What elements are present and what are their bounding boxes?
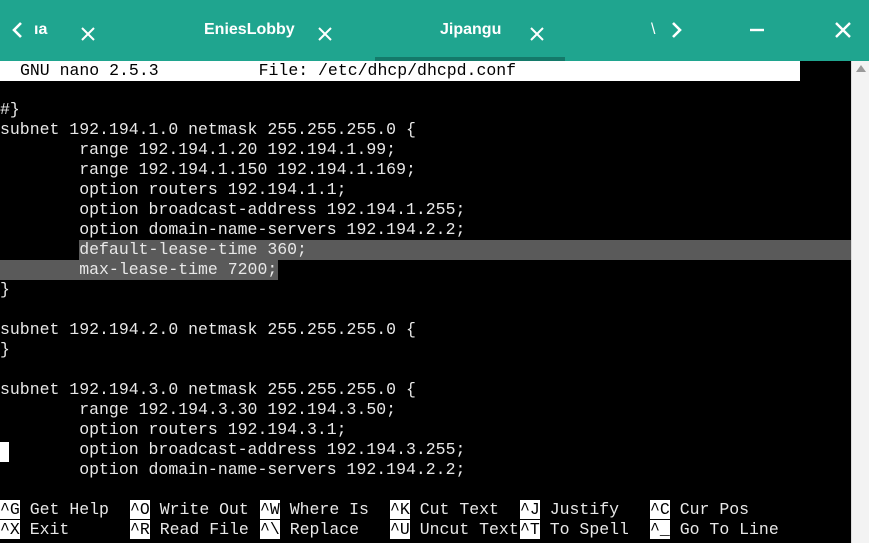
chevron-right-icon bbox=[672, 22, 682, 38]
shortcut-label: Cut Text bbox=[419, 500, 499, 519]
shortcut-where-is[interactable]: ^W Where Is bbox=[260, 500, 369, 520]
shortcut-key: ^O bbox=[130, 500, 150, 519]
shortcut-label: Uncut Text bbox=[419, 520, 519, 539]
close-icon[interactable] bbox=[80, 26, 96, 42]
shortcut-key: ^W bbox=[260, 500, 280, 519]
close-icon[interactable] bbox=[317, 26, 333, 42]
code-line-selected: max-lease-time 7200; bbox=[0, 260, 278, 279]
code-line: range 192.194.1.20 192.194.1.99; bbox=[0, 140, 397, 159]
shortcut-read-file[interactable]: ^R Read File bbox=[130, 520, 249, 540]
code-line: option broadcast-address 192.194.3.255; bbox=[0, 440, 466, 459]
shortcut-label: Justify bbox=[549, 500, 620, 519]
close-icon[interactable] bbox=[529, 26, 545, 42]
nano-file-label: File: /etc/dhcp/dhcpd.conf bbox=[258, 61, 517, 80]
minimize-button[interactable] bbox=[741, 14, 773, 46]
code-line: #} bbox=[0, 100, 20, 119]
code-line: option domain-name-servers 192.194.2.2; bbox=[0, 220, 466, 239]
shortcut-replace[interactable]: ^\ Replace bbox=[260, 520, 359, 540]
terminal-screen[interactable]: GNU nano 2.5.3 File: /etc/dhcp/dhcpd.conf… bbox=[0, 61, 851, 543]
shortcut-cut-text[interactable]: ^K Cut Text bbox=[390, 500, 499, 520]
tab-3[interactable]: \ bbox=[645, 0, 665, 61]
text-cursor bbox=[0, 442, 9, 462]
shortcut-justify[interactable]: ^J Justify bbox=[520, 500, 619, 520]
code-line: range 192.194.1.150 192.194.1.169; bbox=[0, 160, 416, 179]
code-line: subnet 192.194.3.0 netmask 255.255.255.0… bbox=[0, 380, 416, 399]
tab-scroll-right-button[interactable] bbox=[664, 14, 688, 46]
shortcut-exit[interactable]: ^X Exit bbox=[0, 520, 69, 540]
shortcut-label: Get Help bbox=[29, 500, 109, 519]
shortcut-go-to-line[interactable]: ^_ Go To Line bbox=[650, 520, 779, 540]
tab-label: EniesLobby bbox=[204, 21, 295, 38]
shortcut-label: Cur Pos bbox=[679, 500, 750, 519]
code-line: option domain-name-servers 192.194.2.2; bbox=[0, 460, 466, 479]
code-line: subnet 192.194.2.0 netmask 255.255.255.0… bbox=[0, 320, 416, 339]
tab-1[interactable]: EniesLobby bbox=[190, 0, 345, 61]
code-line: option routers 192.194.3.1; bbox=[0, 420, 347, 439]
shortcut-key: ^G bbox=[0, 500, 20, 519]
shortcut-key: ^C bbox=[650, 500, 670, 519]
shortcut-label: Where Is bbox=[289, 500, 369, 519]
nano-version: GNU nano 2.5.3 bbox=[20, 61, 159, 80]
shortcut-cur-pos[interactable]: ^C Cur Pos bbox=[650, 500, 749, 520]
shortcut-key: ^T bbox=[520, 520, 540, 539]
shortcut-key: ^X bbox=[0, 520, 20, 539]
code-line-selected: default-lease-time 360; bbox=[0, 240, 307, 259]
code-line: option routers 192.194.1.1; bbox=[0, 180, 347, 199]
shortcut-label: To Spell bbox=[549, 520, 629, 539]
tab-0[interactable]: ıa bbox=[30, 0, 110, 61]
minimize-icon bbox=[750, 28, 764, 32]
code-line: } bbox=[0, 340, 10, 359]
close-icon bbox=[835, 22, 851, 38]
shortcut-get-help[interactable]: ^G Get Help bbox=[0, 500, 109, 520]
shortcut-label: Read File bbox=[159, 520, 249, 539]
tab-label: Jipangu bbox=[440, 21, 502, 38]
shortcut-key: ^U bbox=[390, 520, 410, 539]
code-line: } bbox=[0, 280, 10, 299]
shortcut-label: Go To Line bbox=[679, 520, 779, 539]
window-titlebar: ıa EniesLobby Jipangu \ bbox=[0, 0, 869, 61]
scroll-up-arrow-icon[interactable] bbox=[856, 65, 866, 72]
chevron-left-icon bbox=[12, 22, 22, 38]
shortcut-label: Replace bbox=[289, 520, 360, 539]
shortcut-label: Write Out bbox=[159, 500, 249, 519]
code-line: option broadcast-address 192.194.1.255; bbox=[0, 200, 466, 219]
shortcut-key: ^J bbox=[520, 500, 540, 519]
tab-label: \ bbox=[651, 21, 656, 38]
shortcut-label: Exit bbox=[29, 520, 70, 539]
tab-scroll-left-button[interactable] bbox=[6, 14, 30, 46]
close-window-button[interactable] bbox=[827, 14, 859, 46]
shortcut-key: ^_ bbox=[650, 520, 670, 539]
nano-header-bar: GNU nano 2.5.3 File: /etc/dhcp/dhcpd.conf bbox=[0, 61, 800, 81]
tab-label: ıa bbox=[34, 21, 48, 38]
tab-bar: ıa EniesLobby Jipangu \ bbox=[0, 0, 869, 61]
shortcut-uncut-text[interactable]: ^U Uncut Text bbox=[390, 520, 519, 540]
shortcut-key: ^K bbox=[390, 500, 410, 519]
shortcut-key: ^R bbox=[130, 520, 150, 539]
shortcut-key: ^\ bbox=[260, 520, 280, 539]
code-line: subnet 192.194.1.0 netmask 255.255.255.0… bbox=[0, 120, 416, 139]
tab-2-active[interactable]: Jipangu bbox=[375, 0, 565, 61]
shortcut-write-out[interactable]: ^O Write Out bbox=[130, 500, 249, 520]
code-line: range 192.194.3.30 192.194.3.50; bbox=[0, 400, 397, 419]
vertical-scrollbar[interactable] bbox=[851, 61, 869, 543]
shortcut-to-spell[interactable]: ^T To Spell bbox=[520, 520, 629, 540]
